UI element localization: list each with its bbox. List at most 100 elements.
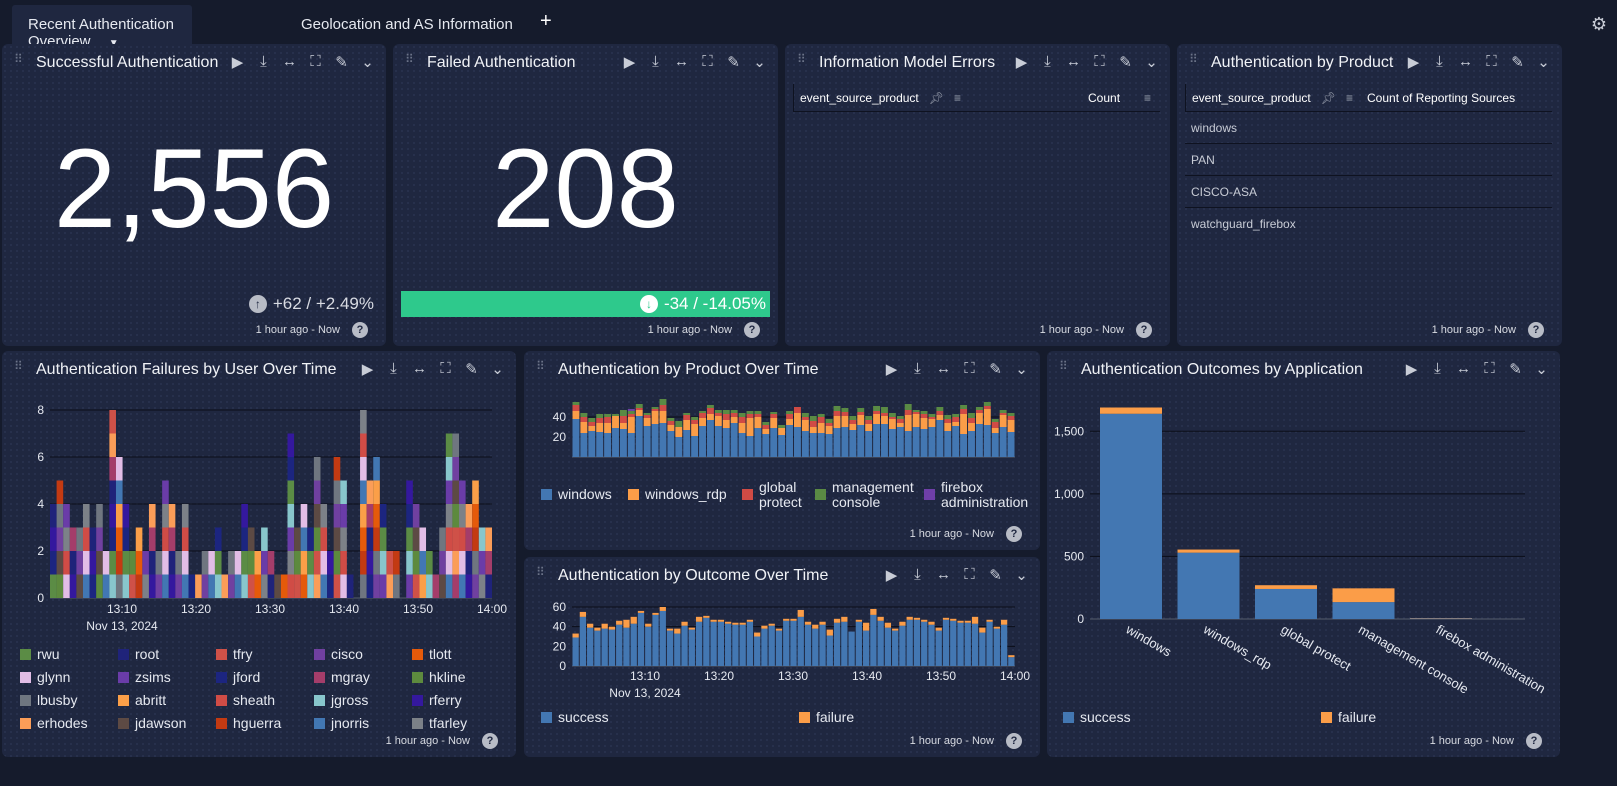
fullscreen-icon[interactable]: ⛶ — [437, 360, 454, 378]
panel-outcome-over-time: ⠿ Authentication by Outcome Over Time ▶ ⤓ ↔ ⛶… — [524, 557, 1040, 757]
download-icon[interactable]: ⤓ — [909, 360, 926, 378]
time-range: 1 hour ago - Now — [647, 324, 732, 336]
run-icon[interactable]: ▶ — [359, 360, 376, 378]
fullscreen-icon[interactable]: ⛶ — [1091, 53, 1108, 71]
expand-width-icon[interactable]: ↔ — [935, 566, 952, 584]
sort-icon[interactable]: ≡ — [1144, 91, 1151, 105]
edit-icon[interactable]: ✎ — [1507, 360, 1524, 378]
column-header[interactable]: Count — [1088, 91, 1120, 105]
run-icon[interactable]: ▶ — [621, 53, 638, 71]
expand-width-icon[interactable]: ↔ — [411, 360, 428, 378]
pin-icon[interactable]: 📌︎ — [929, 91, 944, 105]
help-icon[interactable]: ? — [482, 733, 498, 749]
tab-geolocation[interactable]: Geolocation and AS Information — [285, 5, 529, 45]
fullscreen-icon[interactable]: ⛶ — [699, 53, 716, 71]
chevron-down-icon[interactable]: ⌄ — [489, 360, 506, 378]
drag-handle-icon[interactable]: ⠿ — [405, 53, 415, 70]
table-row[interactable]: windows — [1185, 112, 1552, 144]
help-icon[interactable]: ? — [352, 322, 368, 338]
expand-width-icon[interactable]: ↔ — [1065, 53, 1082, 71]
download-icon[interactable]: ⤓ — [1039, 53, 1056, 71]
help-icon[interactable]: ? — [1526, 733, 1542, 749]
drag-handle-icon[interactable]: ⠿ — [14, 360, 24, 377]
chevron-down-icon[interactable]: ⌄ — [1013, 566, 1030, 584]
fullscreen-icon[interactable]: ⛶ — [961, 360, 978, 378]
help-icon[interactable]: ? — [1528, 322, 1544, 338]
run-icon[interactable]: ▶ — [229, 53, 246, 71]
run-icon[interactable]: ▶ — [883, 360, 900, 378]
time-range: 1 hour ago - Now — [909, 528, 994, 540]
tab-recent-authentication-overview[interactable]: Recent Authentication Overview ▼ — [12, 5, 192, 50]
run-icon[interactable]: ▶ — [1403, 360, 1420, 378]
help-icon[interactable]: ? — [1006, 526, 1022, 542]
tab-bar: Recent Authentication Overview ▼ Geoloca… — [0, 0, 1617, 50]
product-table: event_source_product 📌︎ ≡ Count of Reportin… — [1185, 84, 1552, 240]
drag-handle-icon[interactable]: ⠿ — [14, 53, 24, 70]
expand-width-icon[interactable]: ↔ — [935, 360, 952, 378]
column-header[interactable]: Count of Reporting Sources — [1367, 91, 1515, 105]
download-icon[interactable]: ⤓ — [385, 360, 402, 378]
panel-product-over-time: ⠿ Authentication by Product Over Time ▶ ⤓ ↔ ⛶… — [524, 351, 1040, 550]
sort-icon[interactable]: ≡ — [1346, 91, 1353, 105]
time-range: 1 hour ago - Now — [255, 324, 340, 336]
run-icon[interactable]: ▶ — [1405, 53, 1422, 71]
gear-icon[interactable]: ⚙ — [1591, 14, 1607, 35]
metric-delta: ↑ +62 / +2.49% — [248, 294, 374, 314]
panel-title: Authentication Outcomes by Application — [1081, 361, 1363, 378]
table-row[interactable]: PAN — [1185, 144, 1552, 176]
add-tab-button[interactable]: + — [540, 10, 552, 33]
chevron-down-icon[interactable]: ⌄ — [359, 53, 376, 71]
sort-icon[interactable]: ≡ — [954, 91, 961, 105]
drag-handle-icon[interactable]: ⠿ — [1059, 360, 1069, 377]
panel-toolbar: ▶ ⤓ ↔ ⛶ ✎ ⌄ — [621, 53, 768, 71]
panel-toolbar: ▶ ⤓ ↔ ⛶ ✎ ⌄ — [1403, 360, 1550, 378]
expand-width-icon[interactable]: ↔ — [281, 53, 298, 71]
download-icon[interactable]: ⤓ — [255, 53, 272, 71]
table-row[interactable]: CISCO-ASA — [1185, 176, 1552, 208]
panel-title: Information Model Errors — [819, 54, 996, 71]
chevron-down-icon[interactable]: ⌄ — [1533, 360, 1550, 378]
download-icon[interactable]: ⤓ — [647, 53, 664, 71]
expand-width-icon[interactable]: ↔ — [1457, 53, 1474, 71]
metric-delta: ↓ -34 / -14.05% — [639, 294, 766, 314]
panel-toolbar: ▶ ⤓ ↔ ⛶ ✎ ⌄ — [883, 566, 1030, 584]
fullscreen-icon[interactable]: ⛶ — [961, 566, 978, 584]
edit-icon[interactable]: ✎ — [1509, 53, 1526, 71]
time-range: 1 hour ago - Now — [385, 735, 470, 747]
panel-title: Failed Authentication — [427, 54, 576, 71]
column-header[interactable]: event_source_product — [1192, 91, 1311, 105]
column-header[interactable]: event_source_product — [800, 91, 919, 105]
chevron-down-icon[interactable]: ⌄ — [1013, 360, 1030, 378]
edit-icon[interactable]: ✎ — [987, 566, 1004, 584]
edit-icon[interactable]: ✎ — [463, 360, 480, 378]
metric-value: 2,556 — [53, 126, 335, 251]
help-icon[interactable]: ? — [1006, 733, 1022, 749]
edit-icon[interactable]: ✎ — [333, 53, 350, 71]
chevron-down-icon[interactable]: ⌄ — [1535, 53, 1552, 71]
chevron-down-icon[interactable]: ⌄ — [1143, 53, 1160, 71]
edit-icon[interactable]: ✎ — [987, 360, 1004, 378]
drag-handle-icon[interactable]: ⠿ — [797, 53, 807, 70]
panel-failures-by-user: ⠿ Authentication Failures by User Over Ti… — [2, 351, 516, 757]
fullscreen-icon[interactable]: ⛶ — [1483, 53, 1500, 71]
drag-handle-icon[interactable]: ⠿ — [536, 360, 546, 377]
download-icon[interactable]: ⤓ — [1431, 53, 1448, 71]
drag-handle-icon[interactable]: ⠿ — [1189, 53, 1199, 70]
expand-width-icon[interactable]: ↔ — [673, 53, 690, 71]
chevron-down-icon[interactable]: ⌄ — [751, 53, 768, 71]
drag-handle-icon[interactable]: ⠿ — [536, 566, 546, 583]
edit-icon[interactable]: ✎ — [725, 53, 742, 71]
fullscreen-icon[interactable]: ⛶ — [307, 53, 324, 71]
run-icon[interactable]: ▶ — [1013, 53, 1030, 71]
pin-icon[interactable]: 📌︎ — [1321, 91, 1336, 105]
panel-toolbar: ▶ ⤓ ↔ ⛶ ✎ ⌄ — [359, 360, 506, 378]
fullscreen-icon[interactable]: ⛶ — [1481, 360, 1498, 378]
expand-width-icon[interactable]: ↔ — [1455, 360, 1472, 378]
download-icon[interactable]: ⤓ — [909, 566, 926, 584]
download-icon[interactable]: ⤓ — [1429, 360, 1446, 378]
run-icon[interactable]: ▶ — [883, 566, 900, 584]
table-row[interactable]: watchguard_firebox — [1185, 208, 1552, 240]
help-icon[interactable]: ? — [1136, 322, 1152, 338]
help-icon[interactable]: ? — [744, 322, 760, 338]
edit-icon[interactable]: ✎ — [1117, 53, 1134, 71]
